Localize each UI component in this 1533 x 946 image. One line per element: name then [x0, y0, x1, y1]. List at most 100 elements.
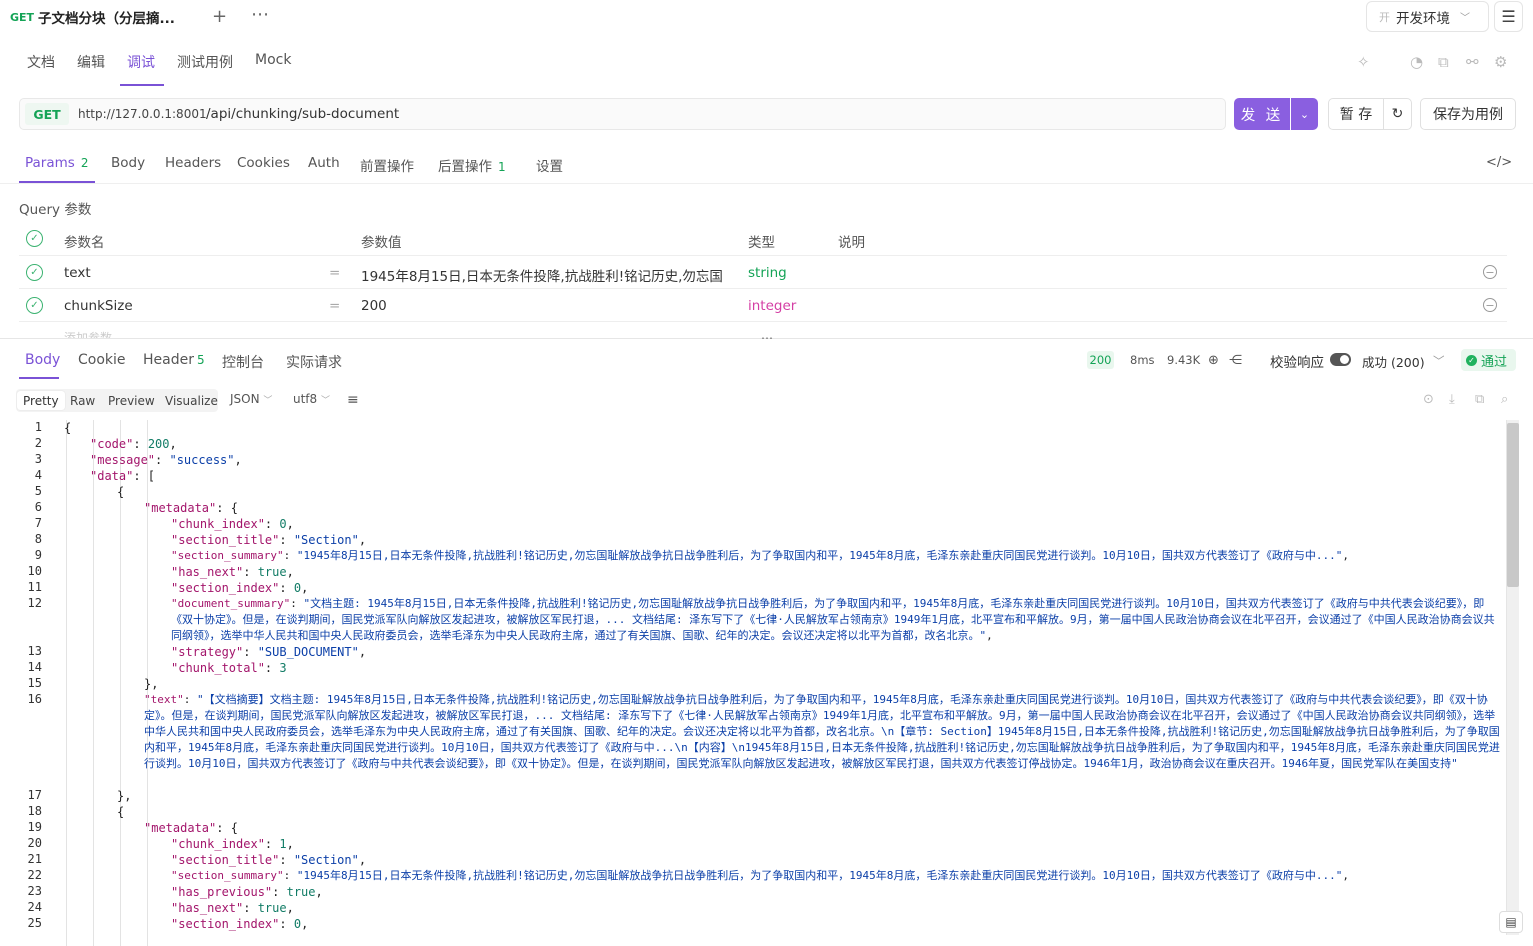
tab-pre-ops[interactable]: 前置操作: [360, 155, 414, 175]
json-value: "文档主题: 1945年8月15日,日本无条件投降,抗战胜利!铭记历史,勿忘国耻…: [171, 597, 1495, 642]
link-icon[interactable]: ⚯: [1466, 53, 1479, 71]
status-badge: 200: [1087, 351, 1114, 369]
reset-button[interactable]: ↻: [1383, 98, 1412, 130]
tab-test-cases[interactable]: 测试用例: [177, 52, 233, 72]
environment-select[interactable]: 开 开发环境 ﹀: [1366, 1, 1489, 32]
line-number: 7: [34, 516, 42, 530]
format-pretty[interactable]: Pretty: [17, 391, 65, 410]
table-row: ✓ text = 1945年8月15日,日本无条件投降,抗战胜利!铭记历史,勿忘…: [19, 256, 1507, 289]
resp-tab-actual-request[interactable]: 实际请求: [286, 352, 342, 372]
code-icon[interactable]: </>: [1486, 155, 1512, 170]
line-number: 24: [27, 900, 42, 914]
globe-icon[interactable]: ⊕: [1208, 353, 1219, 368]
send-button[interactable]: 发 送: [1234, 98, 1290, 130]
tab-mock[interactable]: Mock: [255, 52, 291, 68]
post-ops-count: 1: [498, 160, 506, 174]
share-icon[interactable]: ⧉: [1438, 53, 1449, 71]
more-icon[interactable]: ⋯: [251, 4, 269, 25]
history-icon[interactable]: ◔: [1410, 53, 1423, 71]
url-host[interactable]: http://127.0.0.1:8001: [78, 107, 207, 121]
json-value: 0: [293, 917, 302, 931]
tab-post-ops[interactable]: 后置操作 1: [438, 155, 506, 175]
line-number: 15: [27, 676, 42, 690]
code-line: "metadata": {: [144, 821, 238, 835]
share-icon[interactable]: ⋲: [1229, 353, 1242, 368]
tab-settings[interactable]: 设置: [536, 155, 563, 175]
select-all-checkbox[interactable]: ✓: [26, 230, 43, 247]
row-checkbox[interactable]: ✓: [26, 264, 43, 281]
download-icon[interactable]: ⤓: [1449, 392, 1455, 407]
tab-doc[interactable]: 文档: [27, 52, 55, 72]
row-checkbox[interactable]: ✓: [26, 297, 43, 314]
url-bar[interactable]: GET http://127.0.0.1:8001 /api/chunking/…: [19, 98, 1226, 130]
resp-tab-body[interactable]: Body: [25, 352, 60, 368]
request-tab[interactable]: GET 子文档分块（分层摘...: [0, 0, 196, 34]
code-line: "document_summary": "文档主题: 1945年8月15日,日本…: [171, 597, 1495, 642]
upload-icon[interactable]: ⊙: [1423, 392, 1434, 407]
json-key: "text": [144, 693, 184, 706]
resize-handle-icon[interactable]: ⋯: [761, 331, 774, 345]
tab-debug[interactable]: 调试: [127, 52, 155, 72]
line-number: 21: [27, 852, 42, 866]
resp-tab-cookie[interactable]: Cookie: [78, 352, 126, 368]
tab-body[interactable]: Body: [111, 155, 145, 171]
environment-name: 开发环境: [1396, 10, 1450, 27]
validate-toggle[interactable]: [1330, 353, 1351, 366]
resp-tab-header-label: Header: [143, 352, 194, 368]
json-key: "section_title": [171, 853, 280, 867]
param-type[interactable]: string: [748, 265, 787, 281]
search-icon[interactable]: ⌕: [1501, 392, 1508, 407]
gear-icon[interactable]: ⚙: [1494, 53, 1507, 71]
line-number: 13: [27, 644, 42, 658]
resp-tab-console[interactable]: 控制台: [222, 352, 264, 372]
tab-edit[interactable]: 编辑: [77, 52, 105, 72]
send-dropdown-button[interactable]: ⌄: [1291, 98, 1318, 130]
encoding-select[interactable]: utf8 ﹀: [293, 392, 330, 406]
tab-params[interactable]: Params 2: [25, 155, 88, 171]
copy-icon[interactable]: ⧉: [1475, 392, 1484, 407]
format-raw[interactable]: Raw: [64, 391, 101, 410]
json-key: "metadata": [144, 501, 217, 515]
layout-icon[interactable]: ▤: [1499, 911, 1523, 933]
remove-row-icon[interactable]: −: [1483, 265, 1497, 279]
param-name[interactable]: text: [64, 265, 91, 281]
url-path-input[interactable]: /api/chunking/sub-document: [206, 106, 399, 122]
json-value: "SUB_DOCUMENT": [257, 645, 359, 659]
param-name[interactable]: chunkSize: [64, 298, 133, 314]
menu-icon[interactable]: ☰: [1494, 1, 1523, 32]
code-line: "section_summary": "1945年8月15日,日本无条件投降,抗…: [171, 549, 1350, 562]
method-select[interactable]: GET: [25, 103, 69, 125]
environment-prefix: 开: [1379, 10, 1390, 24]
add-param-input[interactable]: 添加参数: [64, 329, 112, 338]
json-value: 0: [279, 517, 287, 531]
param-type[interactable]: integer: [748, 298, 796, 314]
param-value[interactable]: 200: [361, 298, 387, 314]
magic-icon[interactable]: ✧: [1357, 53, 1370, 71]
tab-headers[interactable]: Headers: [165, 155, 221, 171]
json-value: true: [257, 565, 287, 579]
remove-row-icon[interactable]: −: [1483, 298, 1497, 312]
format-type-select[interactable]: JSON ﹀: [230, 392, 272, 406]
tab-auth[interactable]: Auth: [308, 155, 340, 171]
code-line: "section_summary": "1945年8月15日,日本无条件投降,抗…: [171, 869, 1350, 882]
json-key: "section_index": [171, 581, 280, 595]
chevron-down-icon[interactable]: ﹀: [1433, 353, 1445, 369]
scrollbar-thumb[interactable]: [1507, 423, 1519, 587]
code-line: "section_title": "Section",: [171, 533, 367, 547]
code-line: "has_previous": true,: [171, 885, 323, 899]
code-line: "has_next": true,: [171, 565, 294, 579]
validate-result-select[interactable]: 成功 (200): [1362, 352, 1425, 371]
format-visualize[interactable]: Visualize: [159, 391, 224, 410]
json-viewer[interactable]: 1 { 2 "code": 200, 3 "message": "success…: [0, 420, 1533, 946]
json-key: "chunk_index": [171, 517, 265, 531]
json-key: "has_previous": [171, 885, 273, 899]
save-draft-button[interactable]: 暂 存: [1328, 98, 1384, 130]
add-tab-icon[interactable]: +: [212, 6, 227, 27]
wrap-lines-icon[interactable]: ≡: [347, 392, 359, 408]
param-value[interactable]: 1945年8月15日,日本无条件投降,抗战胜利!铭记历史,勿忘国: [361, 265, 725, 285]
code-line: },: [117, 789, 132, 803]
resp-tab-header[interactable]: Header 5: [143, 352, 205, 368]
tab-cookies[interactable]: Cookies: [237, 155, 290, 171]
format-preview[interactable]: Preview: [102, 391, 161, 410]
save-as-case-button[interactable]: 保存为用例: [1420, 98, 1516, 130]
